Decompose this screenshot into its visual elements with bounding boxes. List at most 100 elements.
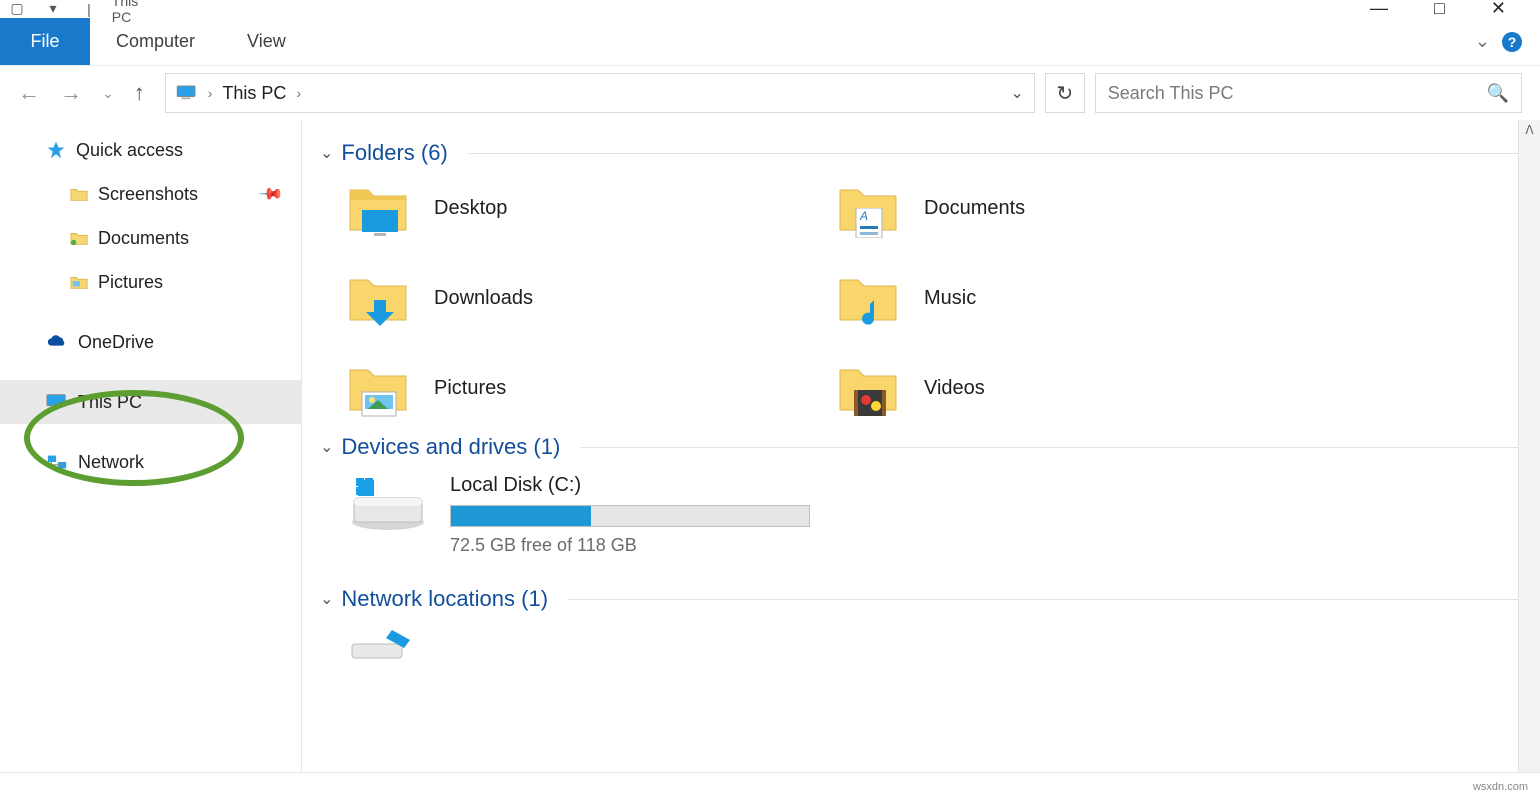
window-title-partial: This PC xyxy=(114,2,136,16)
drive-free-text: 72.5 GB free of 118 GB xyxy=(450,535,810,556)
nav-label: Documents xyxy=(98,228,189,249)
folder-label: Desktop xyxy=(434,197,507,220)
qat-separator: | xyxy=(78,2,100,16)
drive-icon xyxy=(348,474,428,534)
chevron-down-icon[interactable]: ⌄ xyxy=(320,589,333,609)
group-title: Network locations (1) xyxy=(341,586,548,612)
folder-icon xyxy=(838,270,902,326)
nav-label: Screenshots xyxy=(98,184,198,205)
music-note-icon xyxy=(850,298,890,328)
address-dropdown-icon[interactable]: ⌄ xyxy=(1010,83,1023,103)
folder-tile-desktop[interactable]: Desktop xyxy=(348,180,838,236)
drive-usage-bar xyxy=(450,505,810,527)
content-pane: ᐱ ⌄ Folders (6) Desktop xyxy=(302,120,1540,772)
folder-icon xyxy=(348,180,412,236)
refresh-button[interactable]: ↻ xyxy=(1045,73,1085,113)
svg-text:A: A xyxy=(859,209,868,223)
qat-item[interactable]: ▢ xyxy=(6,2,28,16)
chevron-down-icon[interactable]: ⌄ xyxy=(320,143,333,163)
search-box[interactable]: 🔍 xyxy=(1095,73,1522,113)
nav-quick-access-item[interactable]: Pictures xyxy=(0,260,301,304)
folder-icon xyxy=(70,186,88,202)
desktop-icon xyxy=(360,208,400,238)
search-icon[interactable]: 🔍 xyxy=(1487,83,1509,104)
back-button[interactable]: ← xyxy=(18,80,40,106)
close-button[interactable]: ✕ xyxy=(1491,0,1506,19)
folder-tile-pictures[interactable]: Pictures xyxy=(348,360,838,416)
folder-icon xyxy=(348,360,412,416)
network-icon xyxy=(46,453,68,471)
up-button[interactable]: ↑ xyxy=(134,80,145,106)
group-rule xyxy=(468,153,1522,154)
folder-tile-downloads[interactable]: Downloads xyxy=(348,270,838,326)
this-pc-icon xyxy=(46,393,68,411)
nav-quick-access-item[interactable]: Screenshots 📌 xyxy=(0,172,301,216)
network-location-tile[interactable] xyxy=(348,626,1522,669)
group-title: Devices and drives (1) xyxy=(341,434,560,460)
documents-icon: A xyxy=(850,208,890,238)
breadcrumb-separator[interactable]: › xyxy=(208,85,213,101)
nav-quick-access[interactable]: Quick access xyxy=(0,128,301,172)
minimize-button[interactable]: — xyxy=(1370,0,1388,19)
nav-label: OneDrive xyxy=(78,332,154,353)
maximize-button[interactable]: □ xyxy=(1434,0,1445,19)
titlebar: ▢ ▾ | This PC — □ ✕ xyxy=(0,0,1540,18)
folder-tile-documents[interactable]: A Documents xyxy=(838,180,1328,236)
help-icon[interactable]: ? xyxy=(1502,32,1522,52)
nav-quick-access-item[interactable]: Documents xyxy=(0,216,301,260)
folder-icon xyxy=(70,230,88,246)
drive-tile-c[interactable]: Local Disk (C:) 72.5 GB free of 118 GB xyxy=(348,474,1522,556)
folder-label: Pictures xyxy=(434,377,506,400)
group-title: Folders (6) xyxy=(341,140,447,166)
ribbon: File Computer View ⌄ ? xyxy=(0,18,1540,66)
network-drive-icon xyxy=(348,626,418,666)
this-pc-icon xyxy=(176,85,198,101)
scroll-up-icon[interactable]: ᐱ xyxy=(1519,120,1540,140)
drive-label: Local Disk (C:) xyxy=(450,474,810,497)
group-rule xyxy=(580,447,1522,448)
nav-label: This PC xyxy=(78,392,142,413)
nav-label: Quick access xyxy=(76,140,183,161)
file-tab[interactable]: File xyxy=(0,18,90,65)
tab-computer[interactable]: Computer xyxy=(90,18,221,65)
folder-tile-videos[interactable]: Videos xyxy=(838,360,1328,416)
address-bar[interactable]: › This PC › ⌄ xyxy=(165,73,1035,113)
attribution-text: wsxdn.com xyxy=(1473,781,1528,793)
star-icon xyxy=(46,140,66,160)
search-input[interactable] xyxy=(1108,83,1487,104)
group-rule xyxy=(568,599,1522,600)
navigation-pane: Quick access Screenshots 📌 Documents Pic… xyxy=(0,120,302,772)
nav-network[interactable]: Network xyxy=(0,440,301,484)
nav-onedrive[interactable]: OneDrive xyxy=(0,320,301,364)
group-header-drives[interactable]: ⌄ Devices and drives (1) xyxy=(320,434,1522,460)
recent-locations-button[interactable]: ⌄ xyxy=(102,85,114,102)
nav-label: Pictures xyxy=(98,272,163,293)
folder-label: Music xyxy=(924,287,976,310)
download-arrow-icon xyxy=(360,298,400,328)
folder-icon: A xyxy=(838,180,902,236)
folder-label: Documents xyxy=(924,197,1025,220)
folder-icon xyxy=(348,270,412,326)
group-header-folders[interactable]: ⌄ Folders (6) xyxy=(320,140,1522,166)
ribbon-collapse-icon[interactable]: ⌄ xyxy=(1475,31,1490,52)
pin-icon: 📌 xyxy=(257,180,285,208)
folder-label: Videos xyxy=(924,377,985,400)
tab-view[interactable]: View xyxy=(221,18,312,65)
navigation-row: ← → ⌄ ↑ › This PC › ⌄ ↻ 🔍 xyxy=(0,66,1540,120)
folder-icon xyxy=(838,360,902,416)
videos-icon xyxy=(850,388,890,418)
pictures-icon xyxy=(360,388,400,418)
chevron-down-icon[interactable]: ⌄ xyxy=(320,437,333,457)
qat-item[interactable]: ▾ xyxy=(42,2,64,16)
folder-tile-music[interactable]: Music xyxy=(838,270,1328,326)
folder-icon xyxy=(70,274,88,290)
vertical-scrollbar[interactable]: ᐱ xyxy=(1518,120,1540,772)
group-header-network-locations[interactable]: ⌄ Network locations (1) xyxy=(320,586,1522,612)
nav-label: Network xyxy=(78,452,144,473)
breadcrumb-separator[interactable]: › xyxy=(296,85,301,101)
forward-button[interactable]: → xyxy=(60,80,82,106)
nav-this-pc[interactable]: This PC xyxy=(0,380,301,424)
cloud-icon xyxy=(46,334,68,350)
status-bar: wsxdn.com xyxy=(0,772,1540,800)
breadcrumb[interactable]: This PC xyxy=(222,83,286,104)
